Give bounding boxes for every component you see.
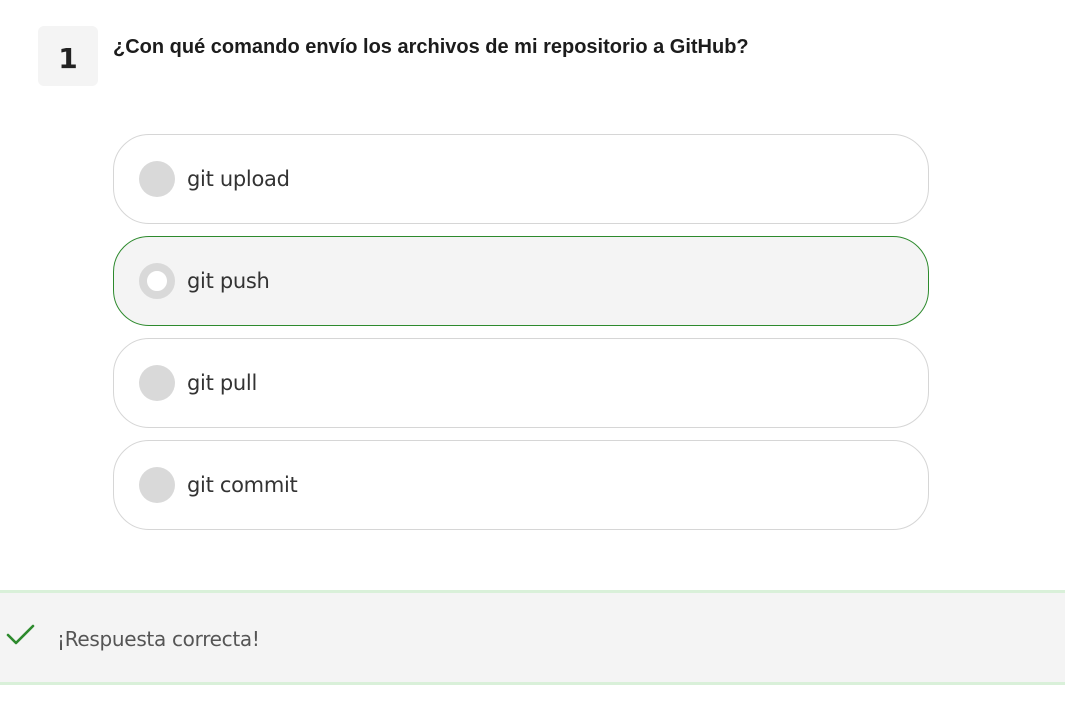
radio-button-checked[interactable] [139,263,175,299]
feedback-text: ¡Respuesta correcta! [57,627,260,651]
radio-button[interactable] [139,161,175,197]
question-number: 1 [38,26,98,86]
radio-button[interactable] [139,467,175,503]
answer-option[interactable]: git pull [113,338,929,428]
answer-option[interactable]: git upload [113,134,929,224]
answer-option-label: git pull [187,371,257,395]
answer-option-selected[interactable]: git push [113,236,929,326]
answer-option-label: git upload [187,167,290,191]
answer-option-label: git commit [187,473,298,497]
feedback-banner: ¡Respuesta correcta! [0,590,1065,685]
answer-option-label: git push [187,269,270,293]
answer-options: git upload git push git pull git commit [113,134,929,542]
checkmark-icon [6,623,36,647]
radio-button[interactable] [139,365,175,401]
question-text: ¿Con qué comando envío los archivos de m… [113,36,749,58]
answer-option[interactable]: git commit [113,440,929,530]
